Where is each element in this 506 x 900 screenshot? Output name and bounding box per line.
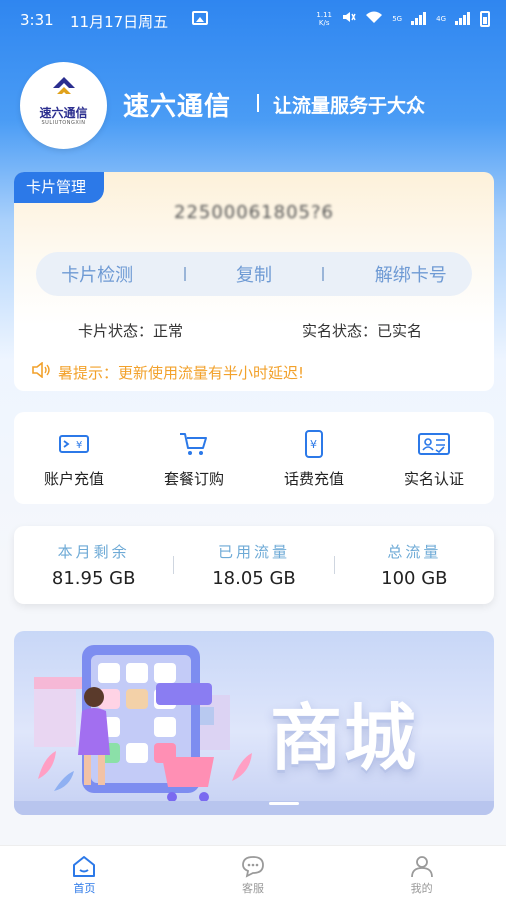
traffic-label: 总流量 [387, 543, 442, 561]
action-separator [322, 267, 325, 281]
delay-notice: 暑提示：更新使用流量有半小时延迟! [58, 364, 305, 382]
traffic-label: 本月剩余 [57, 543, 130, 561]
copy-button[interactable]: 复制 [236, 261, 272, 287]
traffic-value: 81.95 GB [51, 568, 136, 589]
logo-subtext: SULIUTONGXIN [41, 120, 86, 126]
speaker-icon [32, 362, 50, 378]
card-status: 卡片状态：正常 [78, 322, 184, 340]
battery-icon [480, 10, 490, 27]
traffic-summary-panel: 本月剩余 81.95 GB 已用流量 18.05 GB 总流量 100 GB [14, 526, 494, 604]
phone-recharge-button[interactable]: ¥ 话费充值 [254, 412, 374, 504]
realname-status: 实名状态：已实名 [302, 322, 423, 340]
traffic-label: 已用流量 [217, 543, 290, 561]
realname-auth-button[interactable]: 实名认证 [374, 412, 494, 504]
brand-logo: 速六通信 SULIUTONGXIN [20, 62, 107, 149]
banner-illustration [14, 645, 494, 815]
quick-label: 话费充值 [283, 470, 344, 488]
id-card-icon [418, 433, 450, 455]
nav-profile[interactable]: 我的 [337, 846, 506, 900]
nav-home[interactable]: 首页 [0, 846, 169, 900]
signal1-icon [411, 12, 427, 25]
mall-banner[interactable]: 商城 [14, 631, 494, 815]
logo-mark-icon [53, 77, 75, 94]
user-icon [410, 856, 433, 878]
card-number: 22500061805?6 [174, 202, 334, 223]
wifi-icon [365, 10, 383, 27]
quick-actions-panel: ¥ 账户充值 套餐订购 ¥ 话费充值 实名认证 [14, 412, 494, 504]
nav-label: 客服 [242, 882, 264, 895]
logo-text: 速六通信 [39, 106, 88, 120]
quick-label: 套餐订购 [163, 470, 224, 488]
status-date: 11月17日周五 [70, 13, 169, 31]
carousel-indicator [269, 802, 299, 805]
svg-text:¥: ¥ [310, 438, 317, 451]
nav-label: 首页 [73, 882, 96, 895]
brand-slogan: 让流量服务于大众 [273, 95, 426, 117]
signal-4g-label: 4G [436, 14, 446, 23]
card-management-panel: 卡片管理 22500061805?6 卡片检测 复制 解绑卡号 卡片状态：正常 … [14, 172, 494, 391]
status-indicators: 1.11 K/s 5G 4G [315, 10, 490, 27]
card-management-tag: 卡片管理 [14, 172, 104, 203]
used-traffic: 已用流量 18.05 GB [174, 541, 333, 589]
nav-label: 我的 [410, 882, 433, 895]
quick-label: 账户充值 [43, 470, 104, 488]
traffic-value: 18.05 GB [212, 568, 296, 589]
unbind-card-button[interactable]: 解绑卡号 [375, 261, 447, 287]
card-actions-bar: 卡片检测 复制 解绑卡号 [36, 252, 472, 296]
home-icon [73, 856, 96, 877]
phone-yen-icon: ¥ [305, 430, 323, 458]
status-time: 3:31 [20, 11, 54, 29]
signal2-icon [455, 12, 471, 25]
status-bar: 3:31 11月17日周五 1.11 K/s 5G 4G [0, 0, 506, 40]
account-recharge-button[interactable]: ¥ 账户充值 [14, 412, 134, 504]
package-order-button[interactable]: 套餐订购 [134, 412, 254, 504]
traffic-value: 100 GB [381, 568, 448, 589]
svg-text:¥: ¥ [76, 440, 82, 451]
brand-divider [257, 94, 259, 112]
signal-5g-label: 5G [392, 14, 403, 23]
total-traffic: 总流量 100 GB [335, 541, 494, 589]
chat-icon [242, 856, 264, 878]
brand-name: 速六通信 [123, 92, 232, 122]
action-separator [183, 267, 186, 281]
image-notification-icon [192, 11, 208, 25]
nav-service[interactable]: 客服 [169, 846, 338, 900]
banner-title: 商城 [270, 696, 419, 780]
bottom-nav: 首页 客服 我的 [0, 845, 506, 900]
cart-icon [180, 433, 207, 455]
quick-label: 实名认证 [403, 470, 464, 488]
card-check-button[interactable]: 卡片检测 [61, 261, 133, 287]
net-speed: 1.11 K/s [316, 10, 333, 27]
account-recharge-icon: ¥ [59, 435, 89, 453]
mute-icon [342, 10, 356, 27]
remaining-traffic: 本月剩余 81.95 GB [14, 541, 173, 589]
